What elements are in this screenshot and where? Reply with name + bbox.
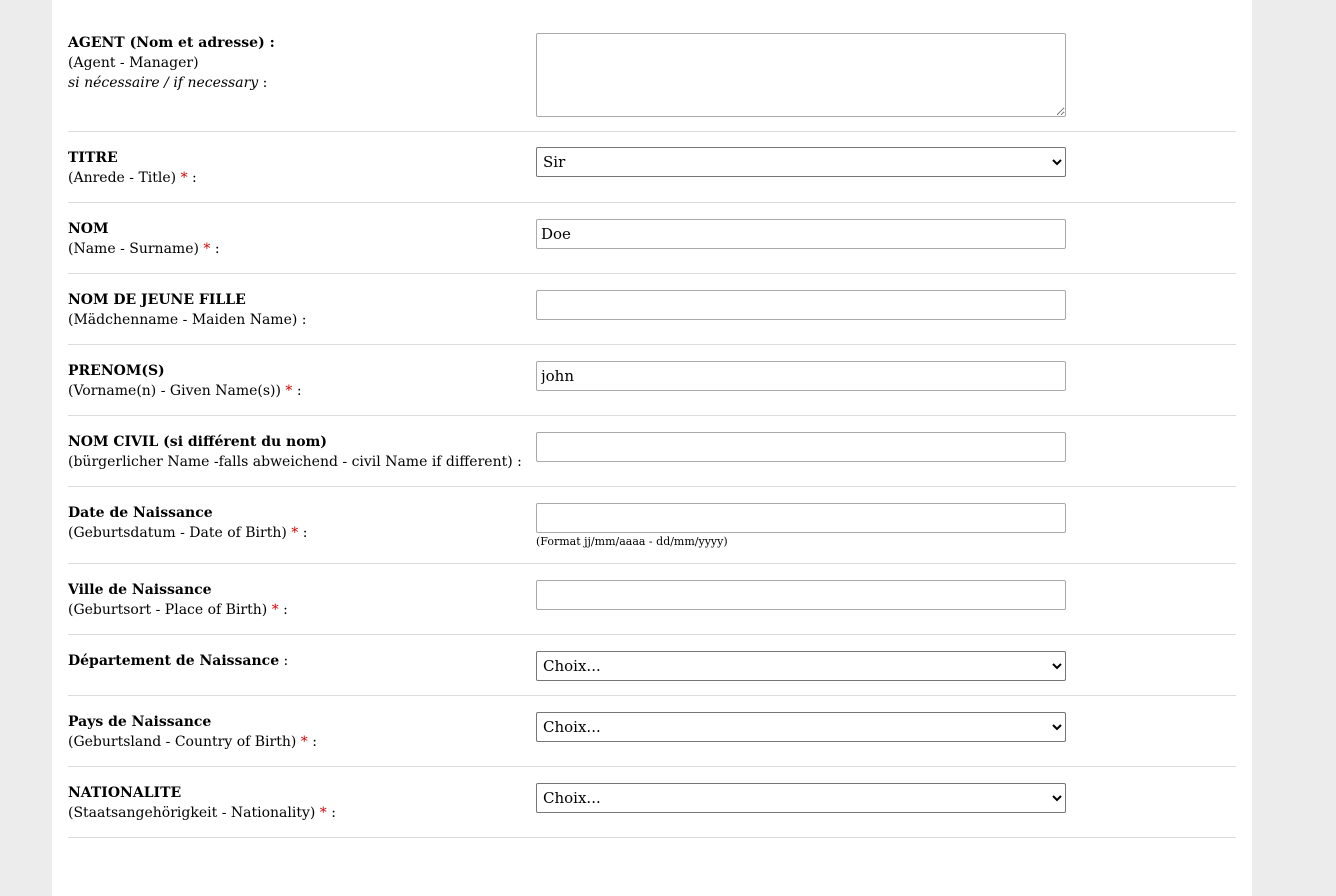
prenoms-label-subtitle: (Vorname(n) - Given Name(s)) * :	[68, 381, 528, 401]
pays-naissance-label-suffix: :	[307, 734, 317, 750]
nationalite-label: NATIONALITE (Staatsangehörigkeit - Natio…	[68, 783, 528, 823]
prenoms-label-title: PRENOM(S)	[68, 363, 165, 379]
titre-field: Sir	[536, 147, 1066, 177]
nom-jeune-fille-row: NOM DE JEUNE FILLE (Mädchenname - Maiden…	[68, 289, 1236, 345]
agent-label-title: AGENT (Nom et adresse) :	[68, 35, 275, 51]
required-marker: *	[180, 170, 188, 186]
nom-label-subtitle-text: (Name - Surname)	[68, 241, 199, 257]
agent-row: AGENT (Nom et adresse) : (Agent - Manage…	[68, 33, 1236, 132]
departement-naissance-label-suffix: :	[279, 653, 289, 669]
date-naissance-label-suffix: :	[298, 525, 308, 541]
date-naissance-label-title: Date de Naissance	[68, 505, 213, 521]
prenoms-input[interactable]	[536, 361, 1066, 391]
ville-naissance-label: Ville de Naissance (Geburtsort - Place o…	[68, 580, 528, 620]
titre-label-suffix: :	[187, 170, 197, 186]
agent-label-note-text: si nécessaire / if necessary	[68, 75, 259, 91]
agent-field	[536, 33, 1066, 121]
departement-naissance-select[interactable]: Choix...	[536, 651, 1066, 681]
required-marker: *	[271, 602, 279, 618]
ville-naissance-label-subtitle-text: (Geburtsort - Place of Birth)	[68, 602, 268, 618]
pays-naissance-label-subtitle-text: (Geburtsland - Country of Birth)	[68, 734, 297, 750]
nom-input[interactable]	[536, 219, 1066, 249]
nom-civil-label-subtitle: (bürgerlicher Name -falls abweichend - c…	[68, 454, 522, 470]
nom-civil-label-title: NOM CIVIL (si différent du nom)	[68, 434, 327, 450]
prenoms-label: PRENOM(S) (Vorname(n) - Given Name(s)) *…	[68, 361, 528, 401]
titre-label: TITRE (Anrede - Title) * :	[68, 148, 528, 188]
nationalite-label-suffix: :	[326, 805, 336, 821]
prenoms-label-suffix: :	[292, 383, 302, 399]
ville-naissance-field	[536, 580, 1066, 610]
nom-label-title: NOM	[68, 221, 109, 237]
ville-naissance-label-subtitle: (Geburtsort - Place of Birth) * :	[68, 600, 528, 620]
prenoms-label-subtitle-text: (Vorname(n) - Given Name(s))	[68, 383, 281, 399]
nationalite-field: Choix...	[536, 783, 1066, 813]
nationalite-label-subtitle: (Staatsangehörigkeit - Nationality) * :	[68, 803, 528, 823]
prenoms-field	[536, 361, 1066, 391]
nom-jeune-fille-label: NOM DE JEUNE FILLE (Mädchenname - Maiden…	[68, 290, 528, 330]
titre-label-subtitle: (Anrede - Title) * :	[68, 168, 528, 188]
nom-jeune-fille-input[interactable]	[536, 290, 1066, 320]
date-naissance-label-subtitle-text: (Geburtsdatum - Date of Birth)	[68, 525, 287, 541]
required-marker: *	[319, 805, 327, 821]
nom-jeune-fille-label-title: NOM DE JEUNE FILLE	[68, 292, 246, 308]
ville-naissance-label-suffix: :	[278, 602, 288, 618]
ville-naissance-input[interactable]	[536, 580, 1066, 610]
titre-select[interactable]: Sir	[536, 147, 1066, 177]
pays-naissance-label: Pays de Naissance (Geburtsland - Country…	[68, 712, 528, 752]
departement-naissance-field: Choix...	[536, 651, 1066, 681]
ville-naissance-label-title: Ville de Naissance	[68, 582, 212, 598]
nom-jeune-fille-label-subtitle: (Mädchenname - Maiden Name) :	[68, 312, 307, 328]
nom-civil-row: NOM CIVIL (si différent du nom) (bürgerl…	[68, 431, 1236, 487]
nationalite-row: NATIONALITE (Staatsangehörigkeit - Natio…	[68, 782, 1236, 838]
titre-row: TITRE (Anrede - Title) * : Sir	[68, 147, 1236, 203]
agent-label-note-suffix: :	[258, 75, 268, 91]
agent-textarea[interactable]	[536, 33, 1066, 117]
nom-civil-field	[536, 432, 1066, 462]
nationalite-label-title: NATIONALITE	[68, 785, 182, 801]
pays-naissance-row: Pays de Naissance (Geburtsland - Country…	[68, 711, 1236, 767]
nationalite-select[interactable]: Choix...	[536, 783, 1066, 813]
date-naissance-input[interactable]	[536, 503, 1066, 533]
date-format-hint: (Format jj/mm/aaaa - dd/mm/yyyy)	[536, 535, 728, 548]
nom-label-suffix: :	[210, 241, 220, 257]
agent-label-note: si nécessaire / if necessary :	[68, 73, 528, 93]
prenoms-row: PRENOM(S) (Vorname(n) - Given Name(s)) *…	[68, 360, 1236, 416]
nom-label: NOM (Name - Surname) * :	[68, 219, 528, 259]
departement-naissance-label-title: Département de Naissance	[68, 653, 280, 669]
agent-label: AGENT (Nom et adresse) : (Agent - Manage…	[68, 33, 528, 93]
required-marker: *	[300, 734, 308, 750]
date-naissance-label-subtitle: (Geburtsdatum - Date of Birth) * :	[68, 523, 528, 543]
date-naissance-row: Date de Naissance (Geburtsdatum - Date o…	[68, 502, 1236, 564]
departement-naissance-label-line: Département de Naissance :	[68, 651, 528, 671]
agent-label-subtitle: (Agent - Manager)	[68, 55, 199, 71]
ville-naissance-row: Ville de Naissance (Geburtsort - Place o…	[68, 579, 1236, 635]
nationalite-label-subtitle-text: (Staatsangehörigkeit - Nationality)	[68, 805, 316, 821]
nom-field	[536, 219, 1066, 249]
departement-naissance-label: Département de Naissance :	[68, 651, 528, 671]
nom-label-subtitle: (Name - Surname) * :	[68, 239, 528, 259]
nom-civil-input[interactable]	[536, 432, 1066, 462]
nom-jeune-fille-field	[536, 290, 1066, 320]
departement-naissance-row: Département de Naissance : Choix...	[68, 650, 1236, 696]
titre-label-subtitle-text: (Anrede - Title)	[68, 170, 177, 186]
nom-row: NOM (Name - Surname) * :	[68, 218, 1236, 274]
pays-naissance-label-title: Pays de Naissance	[68, 714, 212, 730]
date-naissance-label: Date de Naissance (Geburtsdatum - Date o…	[68, 503, 528, 543]
pays-naissance-field: Choix...	[536, 712, 1066, 742]
date-naissance-field: (Format jj/mm/aaaa - dd/mm/yyyy)	[536, 503, 1066, 548]
nom-civil-label: NOM CIVIL (si différent du nom) (bürgerl…	[68, 432, 538, 472]
pays-naissance-select[interactable]: Choix...	[536, 712, 1066, 742]
form-panel: AGENT (Nom et adresse) : (Agent - Manage…	[52, 0, 1252, 896]
pays-naissance-label-subtitle: (Geburtsland - Country of Birth) * :	[68, 732, 528, 752]
titre-label-title: TITRE	[68, 150, 118, 166]
